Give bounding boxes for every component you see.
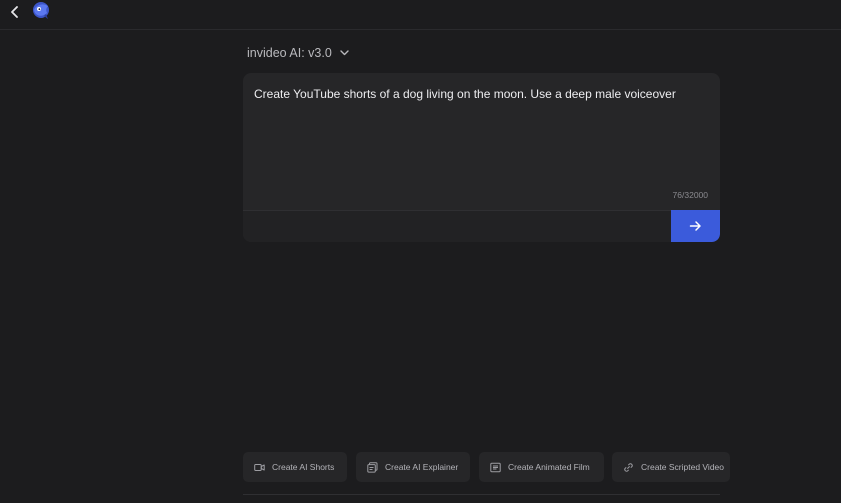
prompt-box: Create YouTube shorts of a dog living on… (243, 73, 720, 242)
suggestion-chips: Create AI Shorts Create AI Explainer Cre… (243, 452, 841, 483)
chevron-down-icon (340, 50, 349, 56)
version-label: invideo AI: v3.0 (247, 46, 332, 60)
prompt-input[interactable]: Create YouTube shorts of a dog living on… (254, 86, 709, 102)
chip-label: Create AI Shorts (272, 462, 335, 472)
bottom-divider (243, 494, 720, 495)
chevron-left-icon (11, 6, 18, 18)
chip-label: Create Animated Film (508, 462, 590, 472)
top-bar (0, 0, 841, 30)
film-icon (490, 462, 501, 472)
create-ai-explainer-button[interactable]: Create AI Explainer (356, 452, 470, 482)
invideo-logo-icon[interactable] (31, 0, 53, 22)
prompt-footer (243, 211, 671, 242)
character-count: 76/32000 (672, 190, 708, 200)
create-scripted-video-button[interactable]: Create Scripted Video (612, 452, 730, 482)
back-button[interactable] (6, 3, 24, 21)
chip-label: Create AI Explainer (385, 462, 459, 472)
link-icon (624, 462, 633, 472)
version-selector[interactable]: invideo AI: v3.0 (247, 45, 349, 61)
arrow-right-icon (689, 221, 701, 231)
create-ai-shorts-button[interactable]: Create AI Shorts (243, 452, 347, 482)
video-camera-icon (254, 463, 265, 471)
create-animated-film-button[interactable]: Create Animated Film (479, 452, 604, 482)
submit-button[interactable] (671, 210, 720, 242)
chip-label: Create Scripted Video (641, 462, 725, 472)
document-icon (367, 461, 378, 473)
